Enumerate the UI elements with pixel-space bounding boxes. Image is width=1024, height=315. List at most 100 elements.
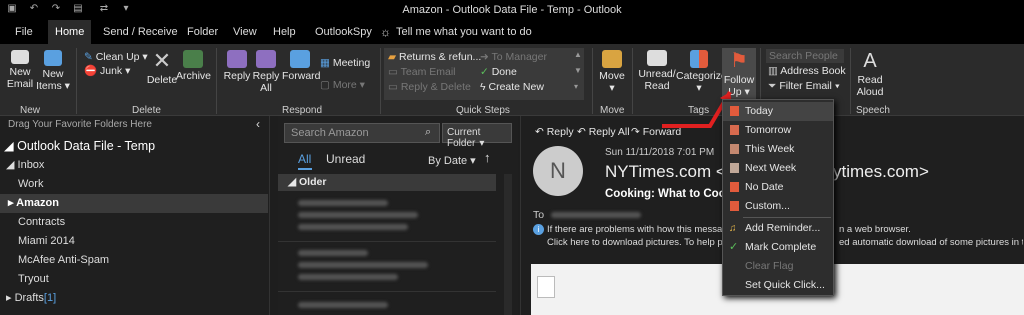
delete-button[interactable]: ✕ Delete [146,50,178,87]
filter-tab-all[interactable]: All [298,152,311,166]
redacted-sender [298,200,388,206]
address-book-button[interactable]: ▥ Address Book [768,64,846,78]
more-icon: ▢ [320,79,333,91]
folder-pane: Drag Your Favorite Folders Here ‹ ◢ Outl… [0,116,270,315]
tab-home[interactable]: Home [48,20,92,44]
arrow-right-icon: ➜ [480,51,492,63]
expand-triangle-icon: ◢ [6,159,18,171]
chevron-down-icon: ▾ [479,138,485,149]
search-icon[interactable]: ⌕ [425,126,431,139]
list-item[interactable] [278,194,496,242]
group-label-new: New [20,105,41,116]
gallery-scroll-up-icon[interactable]: ▲ [574,50,582,59]
info-bar-line1[interactable]: If there are problems with how this mess… [547,224,750,235]
folder-work[interactable]: Work [0,175,268,194]
forward-icon [290,50,310,68]
quick-step-to-manager[interactable]: ➜ To Manager [480,50,547,64]
list-item[interactable] [278,244,496,292]
menu-item-this-week[interactable]: This Week [723,140,833,159]
address-book-icon: ▥ [768,65,781,77]
list-scrollbar[interactable] [504,174,512,315]
folder-mcafee-anti-spam[interactable]: McAfee Anti-Spam [0,251,268,270]
filter-tab-unread[interactable]: Unread [326,152,365,166]
tell-me-box[interactable]: Tell me what you want to do [396,26,532,38]
menu-item-no-date[interactable]: No Date [723,178,833,197]
folder-contracts[interactable]: Contracts [0,213,268,232]
clean-up-button[interactable]: ✎ Clean Up ▾ [84,50,148,64]
menu-item-clear-flag[interactable]: Clear Flag [723,257,833,276]
meeting-button[interactable]: ▦ Meeting [320,56,370,70]
reply-action[interactable]: ↶ Reply [535,125,574,139]
folder-inbox[interactable]: ◢ Inbox [0,156,268,175]
collapse-pane-icon[interactable]: ‹ [256,117,260,131]
folder-miami-2014[interactable]: Miami 2014 [0,232,268,251]
flag-icon [730,106,739,116]
reply-button[interactable]: Reply [222,50,252,82]
menu-item-today[interactable]: Today [723,102,833,121]
sort-by-dropdown[interactable]: By Date ▾ [428,154,476,167]
group-label-move: Move [600,105,625,116]
gallery-more-icon[interactable]: ▾ [574,82,578,91]
flag-icon [730,125,739,135]
reply-all-action[interactable]: ↶ Reply All [577,125,630,139]
more-button[interactable]: ▢ More ▾ [320,78,365,92]
collapsed-triangle-icon: ▸ [6,292,15,304]
tab-help[interactable]: Help [266,20,303,44]
folder-amazon[interactable]: ▸ Amazon [0,194,268,213]
quick-step-team-email[interactable]: ▭ Team Email [388,65,456,79]
reply-icon [227,50,247,68]
quick-step-reply-delete[interactable]: ▭ Reply & Delete [388,80,471,94]
tab-file[interactable]: File [8,20,40,44]
junk-button[interactable]: ⛔ Junk ▾ [84,64,130,78]
envelope-icon [11,50,29,64]
envelope-open-icon [647,50,667,66]
gallery-scroll-down-icon[interactable]: ▼ [574,66,582,75]
divider [216,48,217,114]
move-button[interactable]: Move ▾ [598,50,626,94]
menu-item-tomorrow[interactable]: Tomorrow [723,121,833,140]
group-label-respond: Respond [282,105,323,116]
redacted-recipient [551,212,641,218]
search-input[interactable]: Search Amazon ⌕ [284,123,440,143]
read-aloud-button[interactable]: A Read Aloud [854,50,886,98]
window-title: Amazon - Outlook Data File - Temp - Outl… [402,4,622,16]
menu-item-next-week[interactable]: Next Week [723,159,833,178]
archive-button[interactable]: Archive [176,50,211,82]
menu-item-mark-complete[interactable]: ✓ Mark Complete [723,238,833,257]
folder-tryout[interactable]: Tryout [0,270,268,289]
new-email-button[interactable]: New Email [4,50,36,90]
new-items-icon [44,50,62,66]
menu-item-set-quick-click[interactable]: Set Quick Click... [723,276,833,295]
filter-email-button[interactable]: ⏷ Filter Email ▾ [768,79,840,93]
tab-send-receive[interactable]: Send / Receive [96,20,185,44]
tab-outlookspy[interactable]: OutlookSpy [308,20,379,44]
list-item[interactable] [278,294,496,315]
menu-item-custom[interactable]: Custom... [723,197,833,216]
group-label-quick-steps: Quick Steps [456,105,510,116]
flag-icon [730,182,739,192]
data-file-root[interactable]: ◢ Outlook Data File - Temp [4,138,155,153]
sender[interactable]: NYTimes.com <n [605,162,735,182]
divider [380,48,381,114]
info-bar-line2[interactable]: Click here to download pictures. To help… [547,237,746,248]
quick-step-create-new[interactable]: ϟ Create New [480,80,544,94]
redacted-subject [298,262,428,268]
search-scope-dropdown[interactable]: Current Folder ▾ [442,123,512,149]
forward-button[interactable]: Forward [282,50,321,82]
menu-item-add-reminder[interactable]: ♫ Add Reminder... [723,219,833,238]
sort-direction-icon[interactable]: ↑ [484,150,491,165]
forward-icon: ↷ [631,126,643,138]
quick-step-done[interactable]: ✓ Done [480,65,517,79]
tab-view[interactable]: View [226,20,264,44]
tab-folder[interactable]: Folder [180,20,225,44]
new-items-button[interactable]: New Items ▾ [36,50,70,92]
reply-all-button[interactable]: Reply All [252,50,280,94]
search-people-input[interactable]: Search People [766,49,844,63]
group-header-older[interactable]: ◢ Older [278,174,496,191]
subject: Cooking: What to Cook [605,188,733,200]
check-icon: ✓ [480,66,492,78]
info-bar-line1-tail: n a web browser. [839,224,911,235]
quick-step-returns[interactable]: ▰ Returns & refun... [388,50,481,64]
folder-drafts[interactable]: ▸ Drafts[1] [0,289,268,308]
team-icon: ▭ [388,66,401,78]
